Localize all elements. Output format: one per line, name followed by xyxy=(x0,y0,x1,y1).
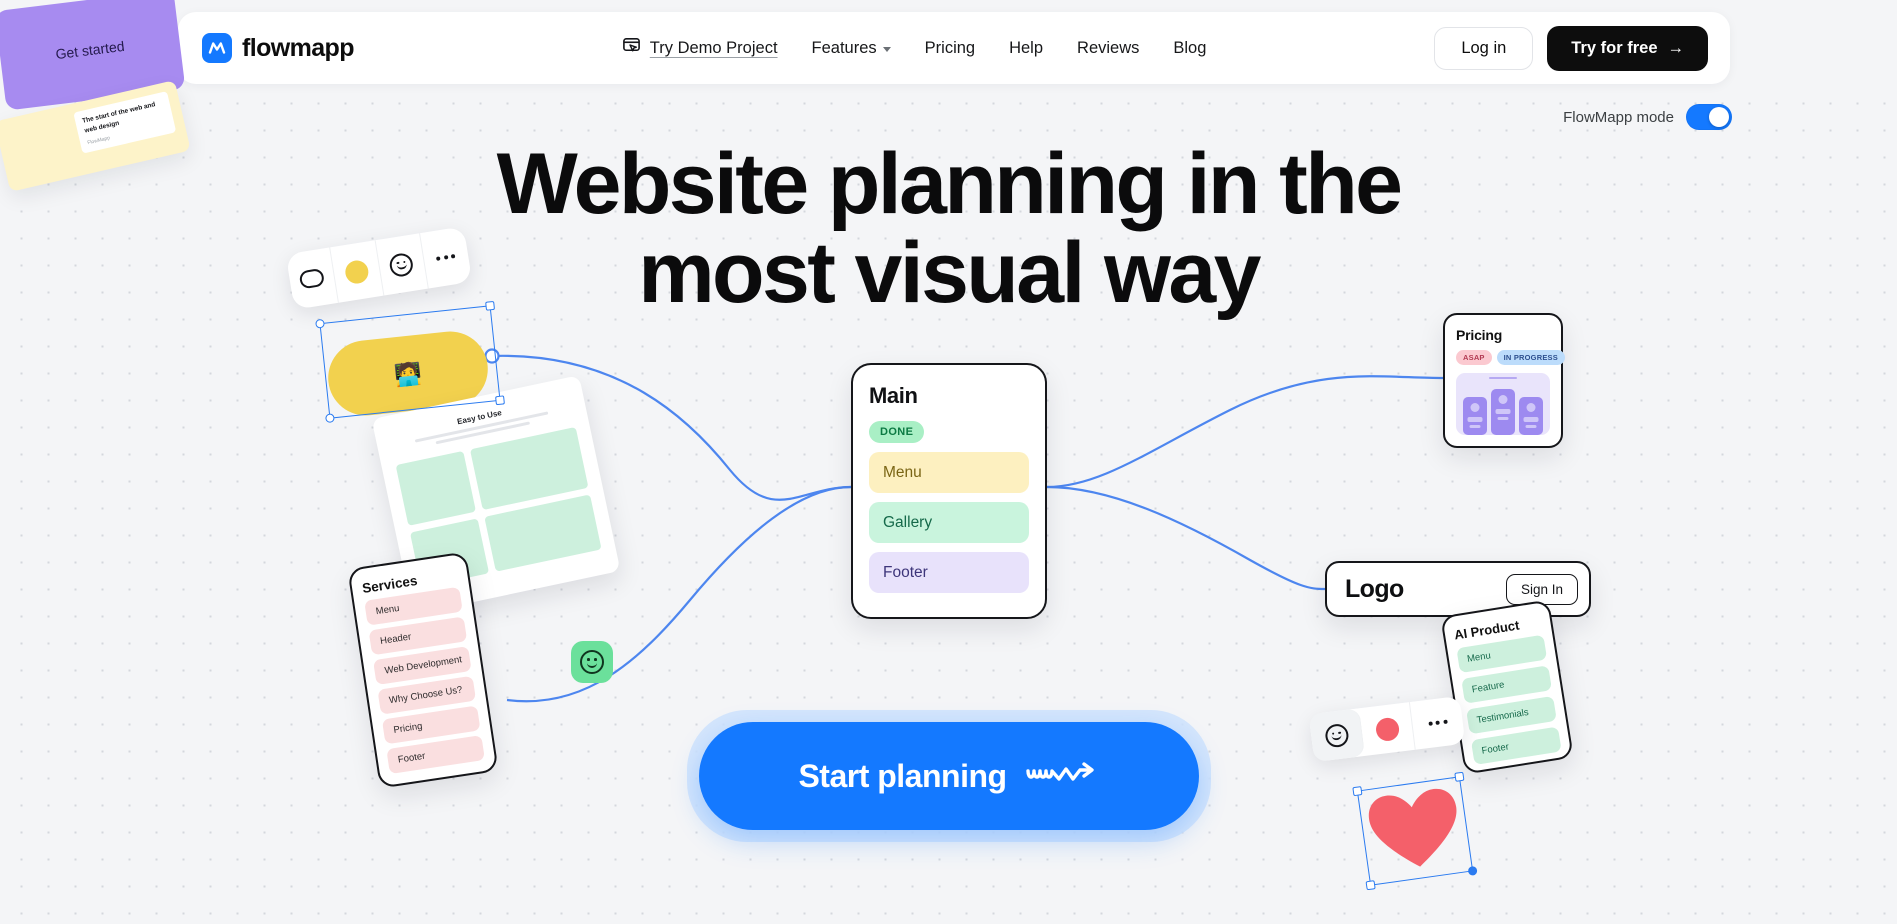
main-card-row-footer[interactable]: Footer xyxy=(869,552,1029,593)
nav-item-try-demo-project[interactable]: Try Demo Project xyxy=(622,36,778,60)
wireframe-block xyxy=(395,450,477,526)
pricing-card[interactable]: Pricing ASAP IN PROGRESS xyxy=(1443,313,1565,448)
demo-cursor-icon xyxy=(622,36,641,60)
start-planning-button[interactable]: Start planning xyxy=(698,722,1199,830)
sticky-note-inner: The start of the web and web design Flow… xyxy=(73,91,177,154)
try-for-free-label: Try for free xyxy=(1571,38,1658,57)
site-header: flowmapp Try Demo Project Features Prici… xyxy=(178,12,1730,84)
ai-product-row[interactable]: Footer xyxy=(1470,726,1562,765)
main-card[interactable]: Main DONE Menu Gallery Footer xyxy=(851,363,1047,619)
pricing-plan-column xyxy=(1463,397,1487,435)
pricing-card-title: Pricing xyxy=(1456,327,1503,343)
header-actions: Log in Try for free → xyxy=(1434,25,1708,71)
cta-wrapper: Start planning xyxy=(686,710,1211,842)
more-options-icon[interactable] xyxy=(420,226,472,288)
pricing-plan-column xyxy=(1491,389,1515,435)
flowmapp-mode-toggle[interactable] xyxy=(1686,104,1732,130)
login-button[interactable]: Log in xyxy=(1434,26,1534,70)
nav-item-pricing[interactable]: Pricing xyxy=(925,39,975,58)
nav-item-label: Try Demo Project xyxy=(649,38,778,57)
nav-item-features[interactable]: Features xyxy=(812,39,891,58)
pricing-preview xyxy=(1456,373,1550,435)
flowmapp-mode-label: FlowMapp mode xyxy=(1563,108,1674,126)
main-card-row-menu[interactable]: Menu xyxy=(869,452,1029,493)
tag-in-progress: IN PROGRESS xyxy=(1496,350,1565,365)
chevron-down-icon xyxy=(882,46,891,52)
main-card-title: Main xyxy=(869,383,918,408)
main-card-row-gallery[interactable]: Gallery xyxy=(869,502,1029,543)
logo-card[interactable]: Logo Sign In xyxy=(1325,561,1591,617)
smiley-face-icon xyxy=(580,650,604,674)
logo-card-text: Logo xyxy=(1345,574,1404,603)
nav-item-label: Help xyxy=(1009,38,1044,57)
nav-item-blog[interactable]: Blog xyxy=(1173,39,1206,58)
heart-icon xyxy=(1368,788,1457,867)
toggle-knob xyxy=(1709,107,1729,127)
pricing-plan-column xyxy=(1519,397,1543,435)
status-badge: DONE xyxy=(869,421,925,443)
nav-item-label: Features xyxy=(811,38,877,57)
green-smiley-chip[interactable] xyxy=(571,641,613,683)
flowmapp-logo-icon xyxy=(202,33,232,63)
sign-in-button[interactable]: Sign In xyxy=(1505,573,1578,605)
brand[interactable]: flowmapp xyxy=(202,33,354,63)
page-root: flowmapp Try Demo Project Features Prici… xyxy=(0,0,1897,924)
pricing-card-tags: ASAP IN PROGRESS xyxy=(1456,350,1565,365)
get-started-label: Get started xyxy=(54,37,126,63)
nav-item-label: Reviews xyxy=(1077,38,1140,57)
person-computer-emoji: 🧑‍💻 xyxy=(393,360,423,388)
flowmapp-mode-row: FlowMapp mode xyxy=(1563,104,1732,130)
tag-asap: ASAP xyxy=(1456,350,1492,365)
arrow-right-icon: → xyxy=(1667,38,1685,57)
main-nav: Try Demo Project Features Pricing Help R… xyxy=(582,36,1206,60)
try-for-free-button[interactable]: Try for free → xyxy=(1547,25,1708,71)
start-planning-label: Start planning xyxy=(798,757,1007,794)
squiggle-arrow-icon xyxy=(1025,758,1099,795)
nav-item-reviews[interactable]: Reviews xyxy=(1077,39,1139,58)
nav-item-help[interactable]: Help xyxy=(1009,39,1043,58)
color-swatch-red-icon[interactable] xyxy=(1359,702,1416,756)
more-options-icon[interactable] xyxy=(1410,696,1465,750)
wireframe-block xyxy=(484,494,602,572)
nav-item-label: Blog xyxy=(1173,38,1207,57)
nav-item-label: Pricing xyxy=(924,38,976,57)
brand-name: flowmapp xyxy=(242,33,354,62)
smiley-face-icon[interactable] xyxy=(1308,708,1366,763)
heart-shape[interactable] xyxy=(1364,783,1467,877)
